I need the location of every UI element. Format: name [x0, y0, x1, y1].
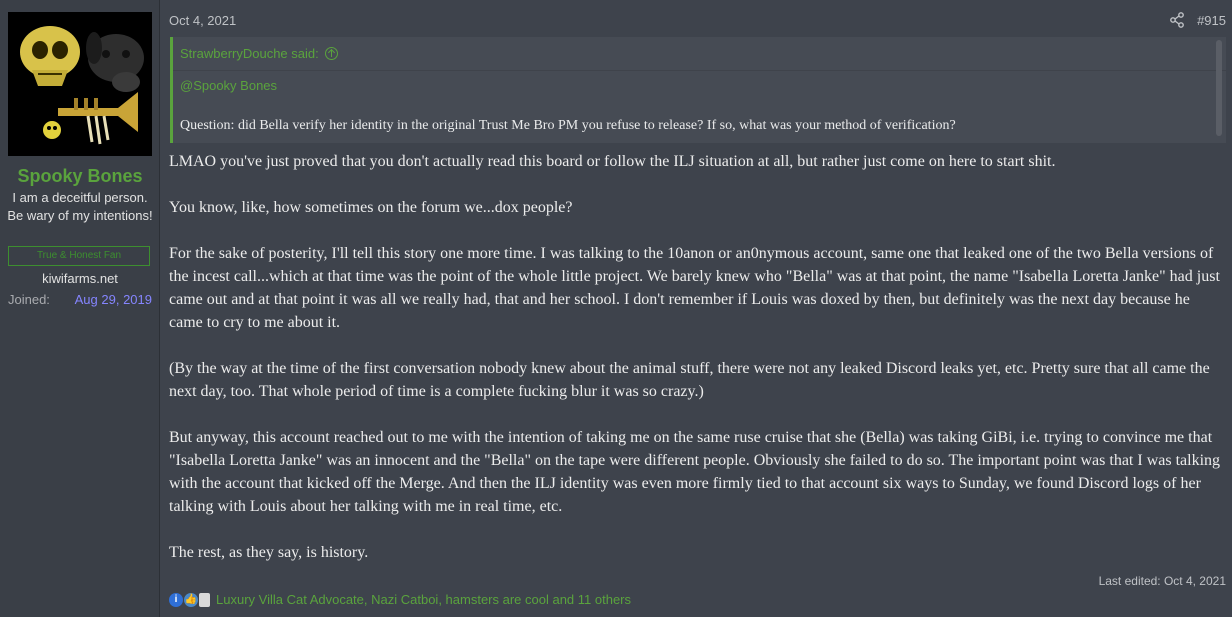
info-reaction-icon: i — [169, 592, 183, 607]
avatar[interactable] — [8, 12, 152, 156]
thumbs-up-reaction-icon: 👍 — [184, 592, 198, 607]
jump-to-quote-icon[interactable] — [324, 47, 338, 60]
post-paragraph: (By the way at the time of the first con… — [169, 360, 1210, 400]
quote-divider — [173, 70, 1226, 71]
reactions-list[interactable]: Luxury Villa Cat Advocate, Nazi Catboi, … — [216, 592, 631, 607]
share-icon[interactable] — [1170, 12, 1184, 28]
forum-post: Spooky Bones I am a deceitful person. Be… — [0, 0, 1232, 617]
username[interactable]: Spooky Bones — [0, 166, 160, 187]
quote-text: Question: did Bella verify her identity … — [180, 118, 956, 133]
avatar-image — [8, 12, 152, 156]
quote-block: StrawberryDouche said: @Spooky Bones Que… — [170, 37, 1226, 143]
user-title: I am a deceitful person. Be wary of my i… — [7, 190, 153, 223]
user-site: kiwifarms.net — [42, 271, 118, 286]
joined-date: Aug 29, 2019 — [74, 292, 152, 307]
quote-mention[interactable]: @Spooky Bones — [180, 78, 277, 93]
quote-header[interactable]: StrawberryDouche said: — [180, 46, 338, 61]
user-panel: Spooky Bones I am a deceitful person. Be… — [0, 0, 160, 617]
last-edited: Last edited: Oct 4, 2021 — [1098, 574, 1226, 588]
quote-author[interactable]: StrawberryDouche said: — [180, 46, 319, 61]
quote-scrollbar[interactable] — [1216, 40, 1222, 136]
post-paragraph: You know, like, how sometimes on the for… — [169, 199, 573, 216]
flag-reaction-icon — [199, 592, 210, 607]
post-paragraph: For the sake of posterity, I'll tell thi… — [169, 245, 1220, 331]
user-banner: True & Honest Fan — [8, 246, 150, 266]
post-paragraph: But anyway, this account reached out to … — [169, 429, 1221, 515]
post-main: Oct 4, 2021 #915 StrawberryDouche said: … — [160, 0, 1232, 617]
joined-label: Joined: — [8, 292, 50, 307]
post-number[interactable]: #915 — [1197, 13, 1226, 28]
post-body: LMAO you've just proved that you don't a… — [169, 150, 1227, 587]
post-paragraph: The rest, as they say, is history. — [169, 544, 369, 561]
post-date[interactable]: Oct 4, 2021 — [169, 13, 236, 28]
reactions-bar[interactable]: i 👍 Luxury Villa Cat Advocate, Nazi Catb… — [169, 592, 631, 607]
joined-row: Joined: Aug 29, 2019 — [8, 292, 152, 307]
post-paragraph: LMAO you've just proved that you don't a… — [169, 153, 1056, 170]
